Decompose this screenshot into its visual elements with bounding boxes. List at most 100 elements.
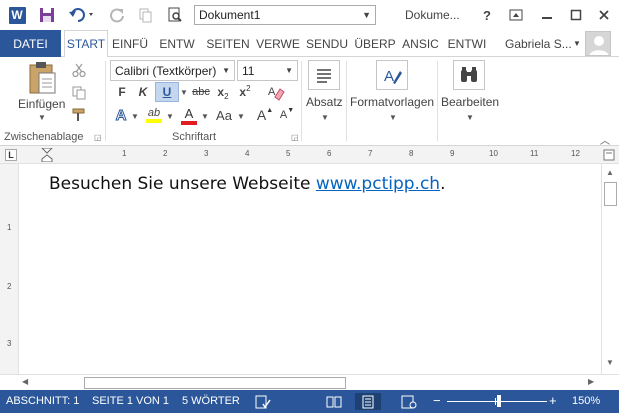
superscript-button[interactable]: x2 [235, 82, 255, 102]
tab-design[interactable]: ENTW [153, 30, 201, 57]
tab-developer[interactable]: ENTWI [444, 30, 490, 57]
paste-label[interactable]: Einfügen [18, 97, 65, 111]
format-painter-button[interactable] [70, 106, 88, 124]
zoom-out-button[interactable]: − [433, 393, 441, 408]
window-title: Dokume... [405, 8, 460, 22]
chevron-down-icon[interactable]: ▼ [237, 112, 245, 121]
change-case-button[interactable]: Aa [212, 105, 236, 125]
document-paragraph[interactable]: Besuchen Sie unsere Webseite www.pctipp.… [49, 174, 445, 194]
subscript-button[interactable]: x2 [213, 82, 233, 102]
zoom-level[interactable]: 150% [572, 395, 600, 407]
minimize-button[interactable] [537, 4, 557, 26]
paragraph-label[interactable]: Absatz [306, 95, 343, 109]
horizontal-scroll-thumb[interactable] [84, 377, 346, 389]
tab-view[interactable]: ANSIC [398, 30, 443, 57]
shrink-font-label: A [279, 109, 288, 121]
ribbon-display-options-icon [509, 9, 523, 21]
scroll-left-icon[interactable]: ◀ [22, 377, 28, 386]
zoom-in-button[interactable]: + [549, 393, 557, 408]
scroll-up-icon[interactable]: ▲ [606, 168, 614, 177]
undo-icon [69, 8, 93, 22]
paragraph-button[interactable] [308, 60, 340, 90]
editing-label[interactable]: Bearbeiten [441, 95, 499, 109]
avatar[interactable] [585, 31, 611, 56]
tab-insert[interactable]: EINFÜ [109, 30, 151, 57]
page-indicator[interactable]: SEITE 1 VON 1 [92, 395, 169, 407]
paste-button[interactable] [22, 60, 62, 98]
clear-formatting-button[interactable]: A [264, 81, 288, 103]
font-size-combo[interactable]: 11 ▼ [237, 60, 298, 81]
horizontal-ruler[interactable]: 1 2 3 4 5 6 7 8 9 10 11 12 [40, 148, 600, 162]
section-indicator[interactable]: ABSCHNITT: 1 [6, 395, 79, 407]
ruler-tick-label: 2 [163, 149, 168, 158]
strikethrough-label: abc [192, 86, 210, 98]
tab-references[interactable]: VERWE [254, 30, 302, 57]
bold-button[interactable]: F [113, 82, 131, 102]
close-button[interactable] [594, 4, 614, 26]
redo-button[interactable] [106, 4, 128, 26]
chevron-down-icon[interactable]: ▼ [180, 88, 188, 97]
word-count[interactable]: 5 WÖRTER [182, 395, 240, 407]
user-name[interactable]: Gabriela S... [505, 37, 572, 51]
font-color-bar [181, 120, 197, 125]
document-name-combo[interactable]: Dokument1 ▼ [194, 5, 376, 25]
chevron-down-icon[interactable]: ▼ [166, 112, 174, 121]
chevron-down-icon[interactable]: ▼ [573, 39, 581, 48]
print-layout-button[interactable] [355, 393, 381, 410]
hyperlink[interactable]: www.pctipp.ch [316, 174, 440, 194]
vertical-scrollbar[interactable]: ▲ ▼ [601, 164, 619, 374]
read-mode-button[interactable] [323, 393, 345, 410]
chevron-down-icon[interactable]: ▼ [38, 113, 46, 122]
tab-mailings[interactable]: SENDU [303, 30, 351, 57]
font-name-combo[interactable]: Calibri (Textkörper) ▼ [110, 60, 235, 81]
chevron-down-icon: ▼ [222, 66, 230, 75]
clipboard-launcher-icon[interactable]: ◲ [94, 133, 102, 142]
collapse-ribbon-icon[interactable]: ︿ [600, 132, 610, 147]
shrink-font-button[interactable]: A ▼ [278, 105, 296, 125]
tab-start[interactable]: START [64, 30, 108, 58]
ruler-toggle-button[interactable] [602, 148, 616, 162]
chevron-down-icon[interactable]: ▼ [201, 112, 209, 121]
indent-marker-icon[interactable] [41, 148, 53, 162]
document-area[interactable]: 1 2 3 Besuchen Sie unsere Webseite www.p… [0, 164, 601, 374]
proofing-button[interactable] [254, 393, 272, 410]
word-logo-icon[interactable]: W [6, 4, 28, 26]
font-color-button[interactable]: A [178, 104, 200, 126]
tab-review[interactable]: ÜBERP [352, 30, 398, 57]
chevron-down-icon[interactable]: ▼ [321, 113, 329, 122]
scroll-right-icon[interactable]: ▶ [588, 377, 594, 386]
web-layout-button[interactable] [398, 393, 420, 410]
styles-label[interactable]: Formatvorlagen [350, 95, 434, 109]
horizontal-scrollbar[interactable]: ◀ ▶ [0, 374, 619, 390]
italic-button[interactable]: K [134, 82, 152, 102]
undo-button[interactable] [66, 4, 100, 26]
highlight-button[interactable]: ab [143, 104, 165, 126]
grow-font-button[interactable]: A ▲ [256, 105, 274, 125]
strikethrough-button[interactable]: abc [190, 82, 212, 102]
chevron-down-icon[interactable]: ▼ [389, 113, 397, 122]
chevron-down-icon[interactable]: ▼ [466, 113, 474, 122]
tab-layout[interactable]: SEITEN [203, 30, 253, 57]
ribbon-display-options-button[interactable] [506, 4, 526, 26]
tab-selector-button[interactable]: L [5, 149, 17, 161]
zoom-slider-thumb[interactable] [497, 395, 501, 407]
save-button[interactable] [36, 4, 58, 26]
tab-file[interactable]: DATEI [0, 30, 61, 57]
ruler-tick-label: 1 [7, 223, 12, 232]
vertical-scroll-thumb[interactable] [604, 182, 617, 206]
text-effects-button[interactable]: A [112, 105, 130, 125]
underline-button[interactable]: U [155, 82, 179, 102]
quick-format-button[interactable] [134, 4, 156, 26]
help-button[interactable]: ? [478, 4, 496, 26]
styles-button[interactable]: A [376, 60, 408, 90]
font-launcher-icon[interactable]: ◲ [291, 133, 299, 142]
print-preview-button[interactable] [164, 4, 186, 26]
copy-button[interactable] [70, 84, 88, 102]
chevron-down-icon[interactable]: ▼ [131, 112, 139, 121]
maximize-button[interactable] [566, 4, 586, 26]
vertical-ruler[interactable]: 1 2 3 [0, 164, 19, 374]
editing-button[interactable] [453, 60, 485, 90]
ruler-tick-label: 4 [245, 149, 250, 158]
cut-button[interactable] [70, 61, 88, 79]
scroll-down-icon[interactable]: ▼ [606, 358, 614, 367]
